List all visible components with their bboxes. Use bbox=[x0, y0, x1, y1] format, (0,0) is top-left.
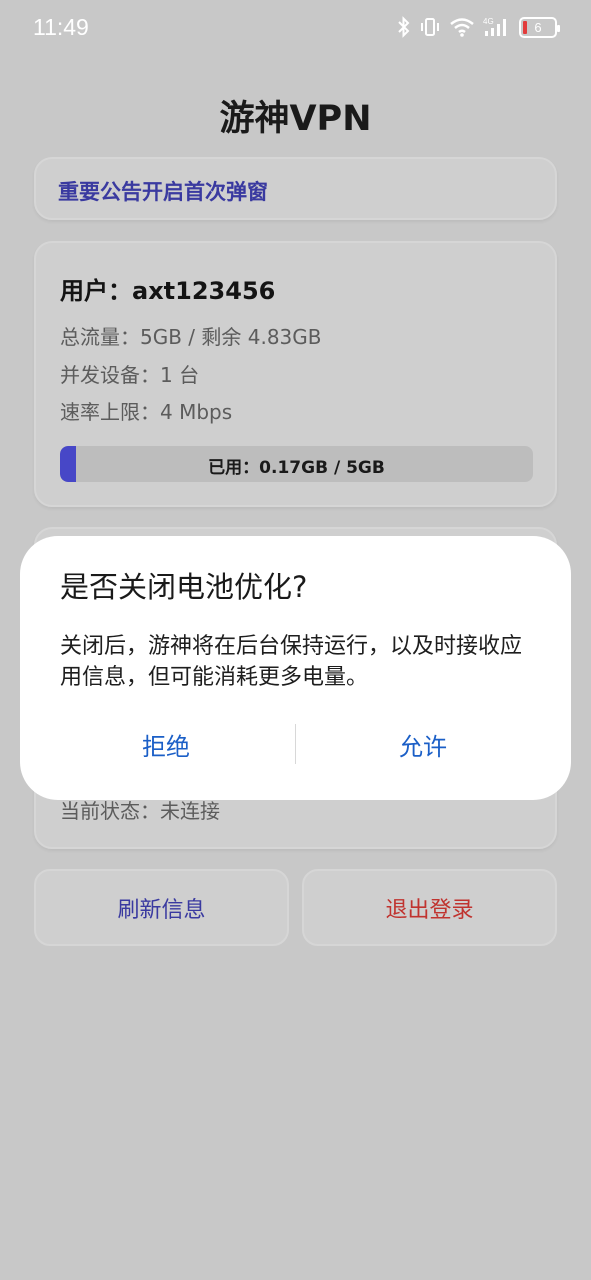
bluetooth-icon bbox=[397, 16, 411, 38]
dialog-body: 关闭后，游神将在后台保持运行，以及时接收应用信息，但可能消耗更多电量。 bbox=[60, 634, 523, 690]
dialog-title: 是否关闭电池优化? bbox=[60, 570, 308, 604]
battery-level: 6 bbox=[534, 19, 542, 35]
deny-button[interactable]: 拒绝 bbox=[46, 722, 286, 766]
refresh-button[interactable]: 刷新信息 bbox=[34, 869, 289, 946]
dialog-divider bbox=[295, 724, 296, 764]
usage-progress-bar: 已用：0.17GB / 5GB bbox=[60, 446, 533, 482]
user-name: 用户：axt123456 bbox=[60, 277, 276, 305]
signal-4g-icon: 4G bbox=[483, 16, 511, 38]
allow-button[interactable]: 允许 bbox=[303, 722, 543, 766]
app-title: 游神VPN bbox=[219, 99, 372, 139]
status-bar: 11:49 4G 6 bbox=[0, 0, 591, 56]
wifi-icon bbox=[449, 16, 475, 38]
concurrent-devices: 并发设备：1 台 bbox=[60, 363, 200, 387]
vibrate-icon bbox=[419, 16, 441, 38]
notice-card[interactable]: 重要公告开启首次弹窗 bbox=[34, 157, 557, 220]
notice-text: 重要公告开启首次弹窗 bbox=[58, 180, 268, 204]
status-time: 11:49 bbox=[33, 14, 89, 40]
usage-label: 已用：0.17GB / 5GB bbox=[208, 458, 385, 478]
logout-button[interactable]: 退出登录 bbox=[302, 869, 557, 946]
user-info-card: 用户：axt123456 总流量：5GB / 剩余 4.83GB 并发设备：1 … bbox=[34, 241, 557, 507]
battery-optimization-dialog: 是否关闭电池优化? 关闭后，游神将在后台保持运行，以及时接收应用信息，但可能消耗… bbox=[20, 536, 571, 800]
battery-icon: 6 bbox=[519, 16, 560, 38]
speed-limit: 速率上限：4 Mbps bbox=[60, 400, 233, 424]
total-traffic: 总流量：5GB / 剩余 4.83GB bbox=[60, 325, 322, 349]
svg-text:4G: 4G bbox=[483, 17, 494, 26]
status-icons: 4G 6 bbox=[397, 16, 560, 38]
